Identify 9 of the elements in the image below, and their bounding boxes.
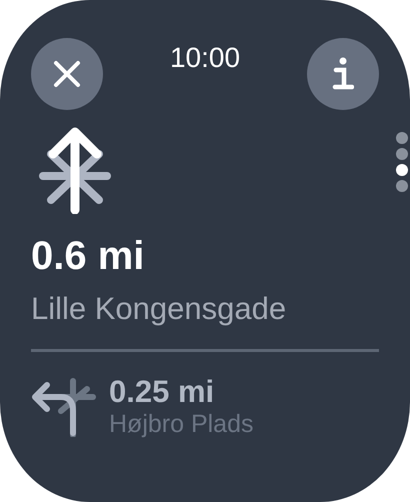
next-street-name: Højbro Plads [109, 410, 254, 439]
left-turn-icon [31, 376, 97, 436]
close-icon [52, 59, 82, 89]
distance-text: 0.6 mi [31, 234, 144, 279]
next-distance-text: 0.25 mi [109, 374, 216, 410]
straight-arrow-icon [37, 126, 113, 214]
clock-time: 10:00 [170, 42, 240, 74]
info-icon [332, 57, 354, 91]
street-name: Lille Kongensgade [31, 291, 286, 327]
